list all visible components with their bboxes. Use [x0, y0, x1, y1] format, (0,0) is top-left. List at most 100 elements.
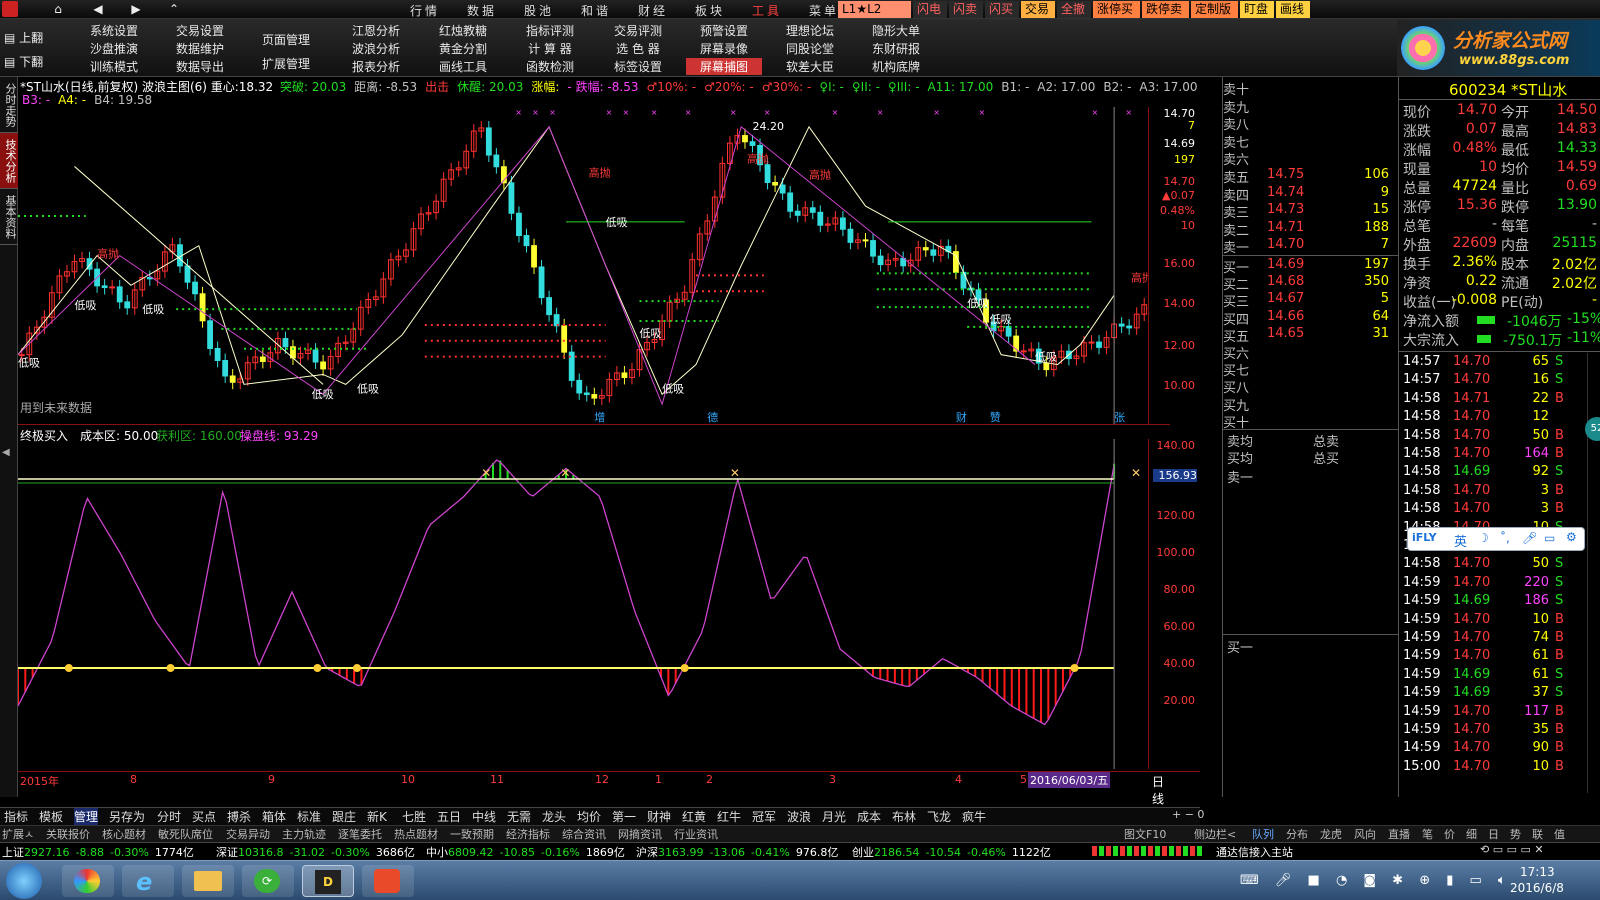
- status-tag[interactable]: 盯盘: [1240, 1, 1274, 18]
- toolbar-button[interactable]: 函数检测: [512, 58, 588, 75]
- ask-row[interactable]: 卖三 14.73 15: [1223, 202, 1399, 221]
- info-tab[interactable]: 热点题材: [394, 826, 438, 843]
- status-tag[interactable]: 闪卖: [949, 1, 983, 18]
- index-ticker-item[interactable]: 沪深3163.99 -13.06 -0.41% 976.8亿: [636, 844, 838, 860]
- bid-row[interactable]: 买五 14.65 31: [1223, 326, 1399, 345]
- indicator-tab[interactable]: 标准: [297, 808, 321, 826]
- toolbar-button[interactable]: 计 算 器: [512, 40, 588, 57]
- toolbar-button[interactable]: 训练模式: [76, 58, 152, 75]
- bid-row[interactable]: 买一 14.69 197: [1223, 257, 1399, 276]
- side-tab[interactable]: 日: [1488, 826, 1499, 843]
- indicator-tab[interactable]: 管理: [74, 808, 99, 826]
- status-tag[interactable]: 画线: [1276, 1, 1310, 18]
- side-tab[interactable]: 侧边栏<: [1194, 826, 1236, 843]
- indicator-tab[interactable]: 成本: [857, 808, 881, 826]
- side-tab[interactable]: 笔: [1422, 826, 1433, 843]
- ask-row[interactable]: 卖八: [1223, 114, 1399, 133]
- chart-area[interactable]: *ST山水(日线,前复权) 波浪主图(6) 重心:18.32 突破: 20.03…: [18, 77, 1200, 806]
- tab-fundamental[interactable]: 基本资料: [0, 189, 18, 245]
- toolbar-button[interactable]: 页面管理: [248, 31, 324, 48]
- toolbar-button[interactable]: 扩展管理: [248, 55, 324, 72]
- info-tab[interactable]: 综合资讯: [562, 826, 606, 843]
- side-tab[interactable]: 分布: [1286, 826, 1308, 843]
- toolbar-button[interactable]: 交易评测: [600, 22, 676, 39]
- info-tab[interactable]: 关联报价: [46, 826, 90, 843]
- toolbar-button[interactable]: 黄金分割: [425, 40, 501, 57]
- indicator-tab[interactable]: 财神: [647, 808, 671, 826]
- toolbar-button[interactable]: 指标评测: [512, 22, 588, 39]
- info-tab[interactable]: 敏死队席位: [158, 826, 213, 843]
- indicator-tab[interactable]: 模板: [39, 808, 63, 826]
- info-tab[interactable]: 行业资讯: [674, 826, 718, 843]
- indicator-tab[interactable]: 买点: [192, 808, 216, 826]
- indicator-tab[interactable]: 红牛: [717, 808, 741, 826]
- status-tag[interactable]: 涨停买: [1093, 1, 1140, 18]
- info-tab[interactable]: 扩展ㅅ: [2, 826, 34, 843]
- status-tag[interactable]: 闪电: [913, 1, 947, 18]
- ie-icon[interactable]: e: [122, 865, 174, 897]
- toolbar-button[interactable]: 隐形大单: [858, 22, 934, 39]
- indicator-tab[interactable]: 另存为: [109, 808, 145, 826]
- info-tab[interactable]: 经济指标: [506, 826, 550, 843]
- indicator-tab[interactable]: 分时: [157, 808, 181, 826]
- ask-row[interactable]: 卖十: [1223, 79, 1399, 98]
- info-tab[interactable]: 核心题材: [102, 826, 146, 843]
- ask-row[interactable]: 卖二 14.71 188: [1223, 220, 1399, 239]
- toolbar-button[interactable]: 标签设置: [600, 58, 676, 75]
- side-tab[interactable]: 价: [1444, 826, 1455, 843]
- ask-row[interactable]: 卖五 14.75 106: [1223, 167, 1399, 186]
- ask-row[interactable]: 卖七: [1223, 132, 1399, 151]
- page-up-button[interactable]: ▤ 上翻: [4, 29, 54, 46]
- toolbar-button[interactable]: 理想论坛: [772, 22, 848, 39]
- toolbar-button[interactable]: 屏幕录像: [686, 40, 762, 57]
- side-tab[interactable]: 细: [1466, 826, 1477, 843]
- bid-row[interactable]: 买六: [1223, 343, 1399, 362]
- toolbar-button[interactable]: 报表分析: [338, 58, 414, 75]
- indicator-tab[interactable]: 疯牛: [962, 808, 986, 826]
- start-button-icon[interactable]: [6, 863, 42, 899]
- punct-icon[interactable]: ˚,: [1500, 531, 1510, 545]
- toolbar-button[interactable]: 东财研报: [858, 40, 934, 57]
- side-tab[interactable]: 图文F10: [1124, 826, 1166, 843]
- indicator-tab[interactable]: 布林: [892, 808, 916, 826]
- side-tab[interactable]: 联: [1532, 826, 1543, 843]
- toolbar-button[interactable]: 画线工具: [425, 58, 501, 75]
- left-scroll-arrow-icon[interactable]: ◀: [2, 447, 10, 458]
- toolbar-button[interactable]: 数据导出: [162, 58, 238, 75]
- menu-item[interactable]: 财经: [638, 2, 668, 19]
- info-tab[interactable]: 主力轨迹: [282, 826, 326, 843]
- tray-icons[interactable]: ⌨ 🎤︎ ■ ◔ ◙ ✱ ⊕ ▮ ▭ 🔈︎: [1240, 873, 1512, 888]
- tab-technical[interactable]: 技术分析: [0, 133, 18, 189]
- status-tag[interactable]: 全撤: [1057, 1, 1091, 18]
- info-tab[interactable]: 网摘资讯: [618, 826, 662, 843]
- index-ticker-item[interactable]: 深证10316.8 -31.02 -0.30% 3686亿: [216, 844, 415, 860]
- toolbar-button[interactable]: 江恩分析: [338, 22, 414, 39]
- indicator-tab[interactable]: 第一: [612, 808, 636, 826]
- ask-row[interactable]: 卖六: [1223, 149, 1399, 168]
- side-tab[interactable]: 队列: [1252, 826, 1274, 843]
- ask-row[interactable]: 卖九: [1223, 97, 1399, 116]
- ask-row[interactable]: 卖一 14.70 7: [1223, 237, 1399, 256]
- info-tab[interactable]: 一致预期: [450, 826, 494, 843]
- chart-zoom-controls[interactable]: + − 0: [1172, 808, 1204, 821]
- side-tab[interactable]: 风向: [1354, 826, 1376, 843]
- indicator-tab[interactable]: 搏杀: [227, 808, 251, 826]
- bid-row[interactable]: 买三 14.67 5: [1223, 291, 1399, 310]
- menu-item[interactable]: 数据: [467, 2, 497, 19]
- moon-icon[interactable]: ☽: [1478, 531, 1489, 545]
- indicator-tab[interactable]: 飞龙: [927, 808, 951, 826]
- toolbar-button[interactable]: 数据维护: [162, 40, 238, 57]
- stock-app-icon[interactable]: [362, 865, 414, 897]
- tab-intraday[interactable]: 分时走势: [0, 77, 18, 133]
- indicator-tab[interactable]: 箱体: [262, 808, 286, 826]
- side-tab[interactable]: 直播: [1388, 826, 1410, 843]
- menu-item[interactable]: 和谐: [581, 2, 611, 19]
- toolbar-button[interactable]: 交易设置: [162, 22, 238, 39]
- side-tab[interactable]: 势: [1510, 826, 1521, 843]
- sub-indicator-chart[interactable]: ✕ ✕ ✕ ✕: [18, 439, 1148, 769]
- bid-row[interactable]: 买八: [1223, 377, 1399, 396]
- info-tab[interactable]: 逐笔委托: [338, 826, 382, 843]
- side-tab[interactable]: 龙虎: [1320, 826, 1342, 843]
- keyboard-icon[interactable]: ▭: [1544, 531, 1555, 545]
- toolbar-button[interactable]: 系统设置: [76, 22, 152, 39]
